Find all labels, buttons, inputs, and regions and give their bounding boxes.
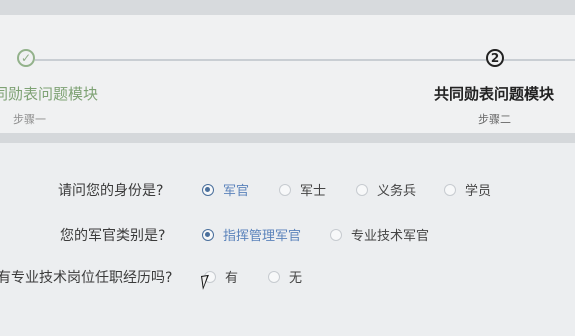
step-1-check-icon: ✓ — [17, 49, 35, 67]
question-identity: 请问您的身份是? 军官 军士 义务兵 学员 — [0, 180, 575, 200]
step-line-right — [504, 59, 575, 61]
step-line-left — [35, 59, 486, 61]
page: ✓ 同勋表问题模块 步骤一 2 共同勋表问题模块 步骤二 请问您的身份是? 军官… — [0, 0, 575, 336]
option-label-sergeant: 军士 — [300, 184, 327, 199]
radio-icon[interactable] — [356, 183, 368, 196]
option-technical-officer[interactable]: 专业技术军官 — [330, 225, 429, 244]
step-1-subtitle: 步骤一 — [13, 113, 46, 126]
step-1-title: 同勋表问题模块 — [0, 85, 99, 103]
radio-icon-selected[interactable] — [202, 228, 214, 241]
question-technical-experience: 有专业技术岗位任职经历吗? 有 无 — [0, 267, 575, 287]
question-label-identity: 请问您的身份是? — [58, 183, 164, 199]
option-label-conscript: 义务兵 — [377, 184, 417, 199]
radio-icon[interactable] — [268, 270, 280, 283]
question-form: 请问您的身份是? 军官 军士 义务兵 学员 您的军官类别是? 指挥管理军官 专业… — [0, 143, 575, 336]
option-label-officer: 军官 — [223, 184, 250, 199]
step-2-number: 2 — [486, 49, 504, 67]
option-command-officer[interactable]: 指挥管理军官 — [202, 225, 301, 244]
option-label-cadet: 学员 — [465, 184, 492, 199]
option-cadet[interactable]: 学员 — [444, 180, 491, 199]
radio-icon[interactable] — [444, 183, 456, 196]
option-label-command-officer: 指挥管理军官 — [223, 229, 302, 244]
radio-icon[interactable] — [279, 183, 291, 196]
top-bar — [0, 0, 575, 15]
question-officer-category: 您的军官类别是? 指挥管理军官 专业技术军官 — [0, 225, 575, 245]
step-2-subtitle: 步骤二 — [478, 113, 511, 126]
step-2-index: 2 — [490, 51, 500, 65]
option-conscript[interactable]: 义务兵 — [356, 180, 416, 199]
question-label-officer-category: 您的军官类别是? — [60, 228, 166, 244]
step-1-index: ✓ — [20, 51, 32, 65]
mouse-cursor-icon — [201, 274, 211, 290]
option-label-no: 无 — [289, 271, 303, 286]
section-divider — [0, 133, 575, 143]
step-2-title: 共同勋表问题模块 — [434, 85, 555, 103]
radio-icon-selected[interactable] — [202, 183, 214, 196]
radio-icon[interactable] — [330, 228, 342, 241]
option-label-yes: 有 — [225, 271, 239, 286]
option-no[interactable]: 无 — [268, 267, 302, 286]
stepper: ✓ 同勋表问题模块 步骤一 2 共同勋表问题模块 步骤二 — [0, 15, 575, 133]
option-officer[interactable]: 军官 — [202, 180, 249, 199]
option-sergeant[interactable]: 军士 — [279, 180, 326, 199]
option-label-technical-officer: 专业技术军官 — [351, 229, 430, 244]
question-label-technical-experience: 有专业技术岗位任职经历吗? — [0, 270, 173, 286]
